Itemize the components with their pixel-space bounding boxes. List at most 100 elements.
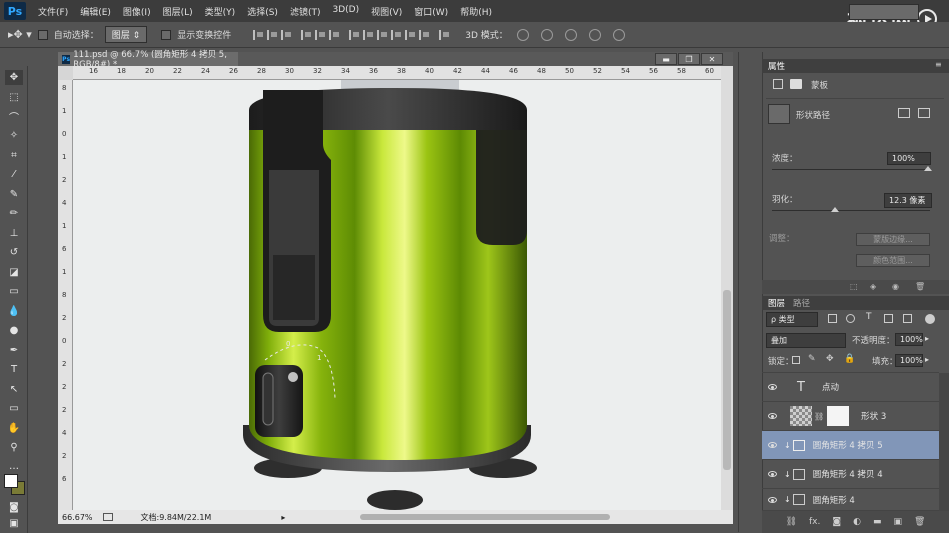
distribute-left-icon[interactable] <box>391 29 402 40</box>
layer-row[interactable]: ↓ 圆角矩形 4 <box>762 489 939 511</box>
dodge-tool-icon[interactable]: ● <box>5 323 23 338</box>
visibility-toggle[interactable] <box>762 384 782 390</box>
layers-tab[interactable]: 图层 <box>768 297 785 309</box>
marquee-tool-icon[interactable]: ⬚ <box>5 90 23 105</box>
filter-type-icon[interactable]: T <box>866 312 872 322</box>
new-layer-icon[interactable]: ▣ <box>893 517 902 527</box>
3d-rotate-icon[interactable] <box>516 28 529 41</box>
lock-transparent-icon[interactable] <box>792 356 800 364</box>
move-tool-icon[interactable]: ▸✥ ▾ <box>8 28 32 41</box>
properties-tab[interactable]: 属性 <box>768 60 785 72</box>
layer-row[interactable]: ↓ 圆角矩形 4 拷贝 4 <box>762 460 939 489</box>
fill-input[interactable]: 100% <box>895 354 923 367</box>
lock-pixels-icon[interactable]: ✎ <box>808 354 816 364</box>
zoom-level[interactable]: 66.67% <box>62 513 93 522</box>
horizontal-scrollbar-thumb[interactable] <box>360 514 610 520</box>
opacity-arrow-icon[interactable]: ▸ <box>925 334 929 343</box>
apply-mask-icon[interactable] <box>918 108 930 118</box>
color-range-button[interactable]: 颜色范围... <box>856 254 930 267</box>
visibility-toggle[interactable] <box>762 496 782 503</box>
visibility-mask-icon[interactable]: ◉ <box>892 282 899 291</box>
lasso-tool-icon[interactable]: ⌒ <box>5 109 23 124</box>
crop-tool-icon[interactable]: ⌗ <box>5 148 23 163</box>
hand-tool-icon[interactable]: ✋ <box>5 421 23 436</box>
adjustment-layer-icon[interactable]: ◐ <box>853 517 861 527</box>
auto-select-dropdown[interactable]: 图层 ⇕ <box>104 26 148 43</box>
status-menu-arrow[interactable]: ▸ <box>281 513 285 522</box>
layer-name[interactable]: 点动 <box>822 381 839 393</box>
delete-layer-icon[interactable]: 🗑 <box>914 517 925 527</box>
move-tool-icon[interactable]: ✥ <box>5 70 23 85</box>
visibility-toggle[interactable] <box>762 413 782 419</box>
auto-align-icon[interactable] <box>439 29 450 40</box>
pen-tool-icon[interactable]: ✒ <box>5 343 23 358</box>
menu-view[interactable]: 视图(V) <box>365 5 408 18</box>
add-mask-icon[interactable]: ◙ <box>832 517 841 527</box>
healing-brush-tool-icon[interactable]: ✎ <box>5 187 23 202</box>
menu-image[interactable]: 图像(I) <box>117 5 157 18</box>
load-selection-icon[interactable]: ⬚ <box>850 282 858 291</box>
quick-mask-icon[interactable]: ◙ <box>5 500 23 515</box>
visibility-toggle[interactable] <box>762 471 782 477</box>
distribute-top-icon[interactable] <box>349 29 360 40</box>
foreground-color-swatch-front[interactable] <box>4 474 18 488</box>
menu-help[interactable]: 帮助(H) <box>454 5 498 18</box>
zoom-tool-icon[interactable]: ⚲ <box>5 440 23 455</box>
menu-3d[interactable]: 3D(D) <box>326 5 365 18</box>
align-left-icon[interactable] <box>301 29 312 40</box>
visibility-toggle[interactable] <box>762 442 782 448</box>
blur-tool-icon[interactable]: 💧 <box>5 304 23 319</box>
feather-slider-track[interactable] <box>772 210 930 211</box>
path-select-tool-icon[interactable]: ↖ <box>5 382 23 397</box>
layers-scrollbar[interactable] <box>939 373 949 511</box>
align-right-icon[interactable] <box>329 29 340 40</box>
distribute-vcenter-icon[interactable] <box>363 29 374 40</box>
eyedropper-tool-icon[interactable]: ⁄ <box>5 167 23 182</box>
3d-roll-icon[interactable] <box>540 28 553 41</box>
link-icon[interactable]: ⛓ <box>814 412 824 421</box>
density-slider-track[interactable] <box>772 169 930 170</box>
align-vcenter-icon[interactable] <box>267 29 278 40</box>
link-layers-icon[interactable]: ⛓ <box>786 517 797 527</box>
distribute-right-icon[interactable] <box>419 29 430 40</box>
workspace-dropdown[interactable] <box>849 4 919 20</box>
vertical-scrollbar-thumb[interactable] <box>723 290 731 470</box>
canvas[interactable]: 0 1 <box>73 80 721 510</box>
panel-menu-icon[interactable]: ≡ <box>935 60 942 69</box>
filter-smart-icon[interactable] <box>903 314 912 323</box>
vector-mask-icon[interactable] <box>790 79 802 89</box>
menu-select[interactable]: 选择(S) <box>241 5 284 18</box>
show-transform-checkbox[interactable] <box>161 29 172 40</box>
3d-pan-icon[interactable] <box>564 28 577 41</box>
ruler-corner[interactable] <box>58 66 73 80</box>
paths-tab[interactable]: 路径 <box>793 297 810 309</box>
layer-row[interactable]: T 点动 <box>762 373 939 402</box>
lock-position-icon[interactable]: ✥ <box>826 354 834 364</box>
align-top-icon[interactable] <box>253 29 264 40</box>
new-group-icon[interactable]: ▬ <box>873 517 882 527</box>
fx-icon[interactable]: fx. <box>809 517 820 527</box>
menu-layer[interactable]: 图层(L) <box>157 5 199 18</box>
blend-mode-dropdown[interactable]: 叠加 <box>766 333 846 348</box>
feather-slider-knob[interactable] <box>831 207 839 212</box>
delete-mask-icon[interactable]: 🗑 <box>915 282 925 291</box>
mask-edge-button[interactable]: 蒙版边缘... <box>856 233 930 246</box>
clone-stamp-tool-icon[interactable]: ⊥ <box>5 226 23 241</box>
quick-select-tool-icon[interactable]: ✧ <box>5 128 23 143</box>
lock-all-icon[interactable]: 🔒 <box>844 354 855 364</box>
add-mask-icon[interactable] <box>898 108 910 118</box>
filter-adjust-icon[interactable] <box>846 314 855 323</box>
shape-tool-icon[interactable]: ▭ <box>5 401 23 416</box>
menu-edit[interactable]: 编辑(E) <box>74 5 117 18</box>
gradient-tool-icon[interactable]: ▭ <box>5 284 23 299</box>
restore-button[interactable]: ❐ <box>678 53 700 65</box>
brush-tool-icon[interactable]: ✏ <box>5 206 23 221</box>
pixel-mask-icon[interactable] <box>773 79 783 89</box>
close-button[interactable]: ✕ <box>701 53 723 65</box>
status-icon[interactable] <box>102 513 113 521</box>
more-tools-icon[interactable]: … <box>5 459 23 474</box>
apply-mask-footer-icon[interactable]: ◈ <box>870 282 876 291</box>
screen-mode-icon[interactable]: ▣ <box>5 516 23 531</box>
density-slider-knob[interactable] <box>924 166 932 171</box>
menu-file[interactable]: 文件(F) <box>32 5 74 18</box>
